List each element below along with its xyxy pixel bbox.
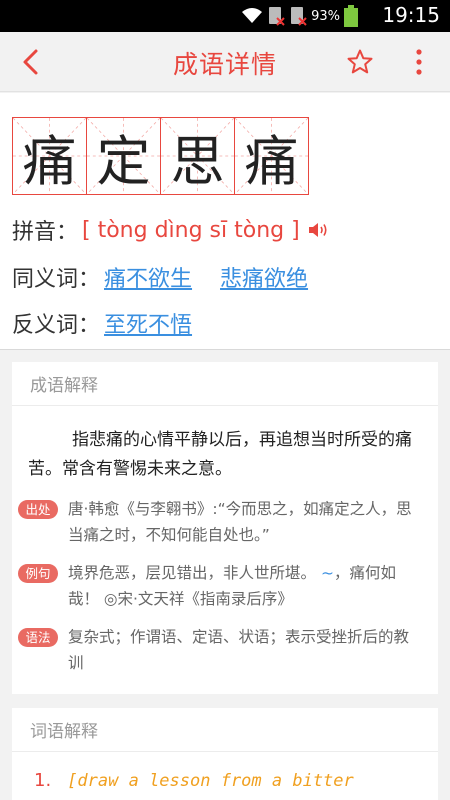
grammar-text: 复杂式；作谓语、定语、状语；表示受挫折后的教训	[68, 628, 410, 672]
character-cell: 思	[160, 117, 235, 195]
definition-text: [draw a lesson from a bitter	[67, 770, 354, 791]
favorite-button[interactable]	[342, 44, 378, 80]
card-header: 词语解释	[12, 708, 438, 752]
synonyms-row: 同义词： 痛不欲生 悲痛欲绝	[12, 261, 332, 293]
idiom-character: 思	[170, 129, 225, 193]
character-cell: 痛	[12, 117, 87, 195]
definition-number: 1.	[34, 770, 52, 791]
source-text: 唐·韩愈《与李翱书》:“今而思之，如痛定之人，思当痛之时，不知何能自处也。”	[68, 500, 412, 544]
synonym-link[interactable]: 悲痛欲绝	[220, 261, 308, 293]
word-explanation-card: 词语解释 1. [draw a lesson from a bitter	[12, 708, 438, 800]
synonym-link[interactable]: 痛不欲生	[104, 261, 192, 293]
battery-icon	[344, 5, 358, 27]
idiom-character: 痛	[22, 129, 77, 193]
clock: 19:15	[382, 3, 440, 27]
character-grid: 痛 定 思 痛	[12, 117, 309, 195]
battery-percent: 93%	[311, 8, 340, 24]
character-cell: 痛	[234, 117, 309, 195]
pinyin-row: 拼音： [ tòng dìng sī tòng ]	[12, 214, 330, 246]
star-icon	[347, 49, 373, 74]
idiom-explanation-card: 成语解释 指悲痛的心情平静以后，再追想当时所受的痛苦。常含有警惕未来之意。 出处…	[12, 362, 438, 694]
example-tilde: ~	[320, 564, 334, 582]
example-tag: 例句	[18, 564, 58, 583]
character-cell: 定	[86, 117, 161, 195]
card-header: 成语解释	[12, 362, 438, 406]
idiom-character: 定	[96, 129, 151, 193]
sim-card-icon-2	[291, 7, 307, 26]
definition-item: 1. [draw a lesson from a bitter	[12, 752, 438, 791]
more-options-button[interactable]	[405, 44, 433, 80]
example-text-before: 境界危恶，层见错出，非人世所堪。	[68, 564, 317, 582]
source-tag: 出处	[18, 500, 58, 519]
antonyms-row: 反义词： 至死不悟	[12, 307, 216, 339]
synonyms-label: 同义词：	[12, 267, 101, 292]
sim-card-icon	[269, 7, 285, 26]
speaker-icon[interactable]	[308, 221, 330, 239]
source-entry: 出处 唐·韩愈《与李翱书》:“今而思之，如痛定之人，思当痛之时，不知何能自处也。…	[12, 496, 438, 548]
app-bar: 成语详情	[0, 32, 450, 92]
antonym-link[interactable]: 至死不悟	[104, 307, 192, 339]
idiom-header: 痛 定 思 痛 拼音： [tòng dìng sī tòng] 同义词： 痛…	[0, 93, 450, 350]
page-title: 成语详情	[172, 50, 277, 79]
example-entry: 例句 境界危恶，层见错出，非人世所堪。 ~，痛何如哉！ ◎宋·文天祥《指南录后序…	[12, 560, 438, 612]
pinyin-label: 拼音：	[12, 220, 79, 245]
wifi-icon	[242, 8, 263, 23]
status-icons: 93%	[241, 4, 358, 28]
grammar-tag: 语法	[18, 628, 58, 647]
pinyin-value: [ tòng dìng sī tòng ]	[82, 217, 300, 243]
idiom-character: 痛	[244, 129, 299, 193]
antonyms-label: 反义词：	[12, 313, 101, 338]
more-vertical-icon	[416, 49, 422, 75]
explanation-text: 指悲痛的心情平静以后，再追想当时所受的痛苦。常含有警惕未来之意。	[28, 430, 412, 479]
status-bar: 93% 19:15	[0, 0, 450, 32]
grammar-entry: 语法 复杂式；作谓语、定语、状语；表示受挫折后的教训	[12, 624, 438, 676]
